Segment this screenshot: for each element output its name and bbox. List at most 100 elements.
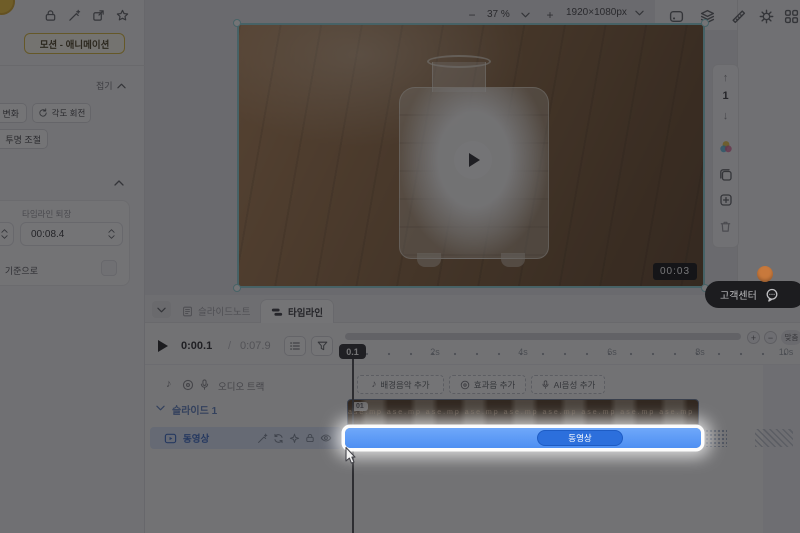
animate-icon[interactable] — [254, 433, 270, 444]
collapse-toggle[interactable]: 접기 — [96, 79, 126, 92]
timeline-zoom-in-button[interactable]: + — [747, 331, 760, 344]
music-note-icon: ♪ — [166, 378, 172, 390]
track-label: 동영상 — [183, 431, 209, 445]
move-down-icon[interactable]: ↓ — [716, 108, 735, 124]
chevron-up-icon — [114, 180, 124, 186]
tab-slide-notes-label: 슬라이드노트 — [198, 304, 250, 318]
eye-icon[interactable] — [318, 432, 334, 444]
add-sfx-button[interactable]: 효과음 추가 — [449, 375, 526, 394]
music-note-icon: ♪ — [371, 379, 376, 390]
fit-button[interactable]: 맞춤 — [781, 330, 800, 345]
jar-foot — [417, 253, 441, 267]
opacity-button[interactable]: 투명 조절 — [0, 129, 48, 149]
ruler-label: 4s — [513, 347, 533, 357]
chevron-down-icon — [157, 307, 166, 313]
timeline-exit-label: 타임라인 퇴장 — [22, 208, 71, 220]
slide-collapse-chevron[interactable] — [156, 405, 165, 411]
help-center-label: 고객센터 — [720, 287, 757, 302]
collapse-label: 접기 — [96, 79, 113, 92]
trash-icon[interactable] — [716, 217, 735, 235]
play-overlay-button[interactable] — [454, 141, 492, 179]
effect-sparkle-icon[interactable] — [286, 433, 302, 444]
section-collapse-chevron[interactable] — [110, 176, 128, 190]
video-preview[interactable]: 00:03 — [237, 23, 705, 288]
mic-icon — [198, 377, 211, 391]
right-panel — [737, 0, 800, 295]
help-notification-badge — [757, 266, 773, 282]
lock-icon[interactable] — [302, 433, 318, 443]
track-list-button[interactable] — [284, 336, 306, 356]
spinner-arrows[interactable] — [1, 229, 8, 239]
video-bar-highlighted[interactable]: 동영상 — [345, 428, 701, 448]
timeline-scrollbar[interactable] — [345, 333, 741, 340]
baseline-label: 기준으로 — [0, 264, 38, 277]
add-ai-voice-label: AI음성 추가 — [554, 379, 596, 391]
app-window: 모션 - 애니메이션 접기 변화 각도 회전 투명 조절 타임라인 퇴장 00:… — [0, 0, 800, 533]
video-bar-label-pill[interactable]: 동영상 — [537, 430, 623, 446]
zoom-in-button[interactable]: + — [542, 6, 558, 24]
video-icon — [164, 432, 177, 445]
clip-number-badge: 01 — [352, 402, 368, 411]
motion-animation-button[interactable]: 모션 - 애니메이션 — [24, 33, 125, 54]
play-icon — [158, 340, 168, 352]
slide-label[interactable]: 슬라이드 1 — [172, 402, 217, 417]
add-ai-voice-button[interactable]: AI음성 추가 — [531, 375, 605, 394]
funnel-icon — [317, 341, 328, 352]
divider — [0, 65, 145, 66]
timeline-zoom-out-button[interactable]: − — [764, 331, 777, 344]
timeline-enter-spinner[interactable] — [0, 222, 14, 246]
time-separator: / — [228, 340, 231, 352]
mic-icon — [541, 379, 550, 390]
export-icon[interactable] — [88, 5, 108, 25]
zoom-dropdown-chevron[interactable] — [521, 12, 530, 18]
timeline-icon — [271, 306, 283, 318]
disc-icon — [460, 380, 470, 390]
divider — [145, 364, 800, 365]
zoom-level: 37 % — [487, 9, 510, 20]
add-frame-icon[interactable] — [716, 191, 735, 209]
notes-icon — [182, 306, 193, 317]
tabs-collapse-button[interactable] — [152, 301, 171, 318]
timeline-play-button[interactable] — [155, 338, 171, 354]
add-bgm-button[interactable]: ♪ 배경음악 추가 — [357, 375, 444, 394]
canvas-size-value: 1920×1080px — [566, 7, 627, 18]
duration-badge: 00:03 — [653, 263, 697, 280]
filter-button[interactable] — [311, 336, 333, 356]
ruler-label: 10s — [776, 347, 796, 357]
star-icon[interactable] — [112, 5, 132, 25]
filmstrip-watermark: ase.mp ase.mp ase.mp ase.mp ase.mp ase.m… — [348, 409, 698, 416]
selection-handle[interactable] — [233, 19, 241, 27]
angle-rotate-button[interactable]: 각도 회전 — [32, 103, 91, 123]
current-time: 0:00.1 — [181, 340, 212, 352]
move-up-icon[interactable]: ↑ — [716, 70, 735, 86]
video-track-row[interactable]: 동영상 — [150, 427, 342, 449]
playhead-badge[interactable]: 0.1 — [339, 344, 366, 359]
magic-pen-icon[interactable] — [64, 5, 84, 25]
sync-icon[interactable] — [270, 433, 286, 444]
selection-handle[interactable] — [233, 284, 241, 292]
timeline-exit-spinner[interactable]: 00:08.4 — [20, 222, 123, 246]
angle-rotate-label: 각도 회전 — [52, 107, 86, 119]
help-center-button[interactable]: 고객센터 — [705, 281, 800, 308]
tab-timeline-label: 타임라인 — [288, 305, 323, 319]
change-button[interactable]: 변화 — [0, 103, 27, 123]
zoom-out-button[interactable]: − — [464, 6, 480, 24]
video-clip-filmstrip[interactable]: ase.mp ase.mp ase.mp ase.mp ase.mp ase.m… — [347, 399, 699, 427]
add-sfx-label: 효과음 추가 — [474, 379, 515, 391]
rotate-icon — [38, 108, 48, 118]
adjust-icon[interactable] — [756, 6, 776, 26]
color-tool-icon[interactable] — [716, 138, 735, 156]
apps-grid-icon[interactable] — [781, 6, 800, 26]
baseline-checkbox[interactable] — [101, 260, 117, 276]
tab-timeline[interactable]: 타임라인 — [260, 299, 334, 323]
duplicate-icon[interactable] — [716, 166, 735, 184]
ruler-label: 6s — [602, 347, 622, 357]
selection-handle[interactable] — [701, 19, 709, 27]
spinner-arrows[interactable] — [108, 229, 115, 239]
canvas-size-dropdown[interactable]: 1920×1080px — [566, 7, 644, 18]
ruler-icon[interactable] — [728, 6, 748, 26]
lock-icon[interactable] — [40, 5, 60, 25]
tab-slide-notes[interactable]: 슬라이드노트 — [182, 301, 250, 321]
chevron-up-icon — [117, 83, 126, 89]
ruler-label: 2s — [425, 347, 445, 357]
